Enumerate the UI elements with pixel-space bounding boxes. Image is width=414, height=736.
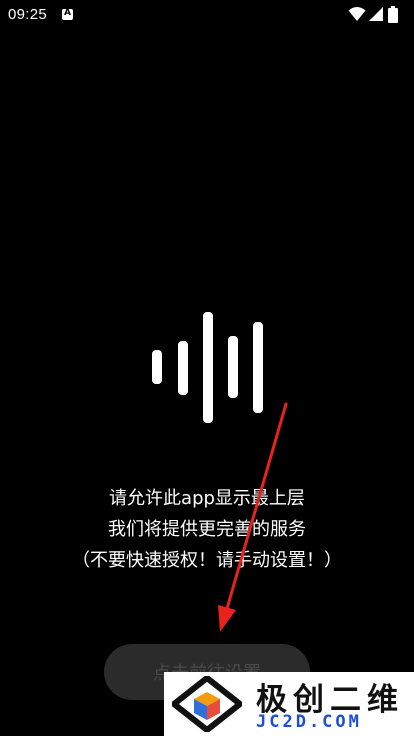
watermark: 极创二维 JC2D.COM [164,672,414,736]
wave-bar [152,350,162,384]
wave-bar [178,341,188,395]
watermark-url: JC2D.COM [256,712,362,732]
battery-icon [388,6,398,23]
red-arrow-annotation [218,402,288,632]
wave-bar [228,336,238,398]
status-icons [348,6,404,24]
status-time: 09:25 [8,6,48,23]
watermark-logo [172,676,242,732]
permission-message-line-1: 请允许此app显示最上层 [109,488,305,509]
wifi-icon [348,7,366,21]
cell-signal-icon [369,7,383,21]
status-bar: 09:25 A [0,0,414,30]
permission-message-line-3: （不要快速授权！请手动设置！） [72,550,342,571]
notification-icon-letter: A [64,8,71,18]
permission-message-line-2: 我们将提供更完善的服务 [108,519,306,540]
notification-app-icon: A [62,8,73,20]
